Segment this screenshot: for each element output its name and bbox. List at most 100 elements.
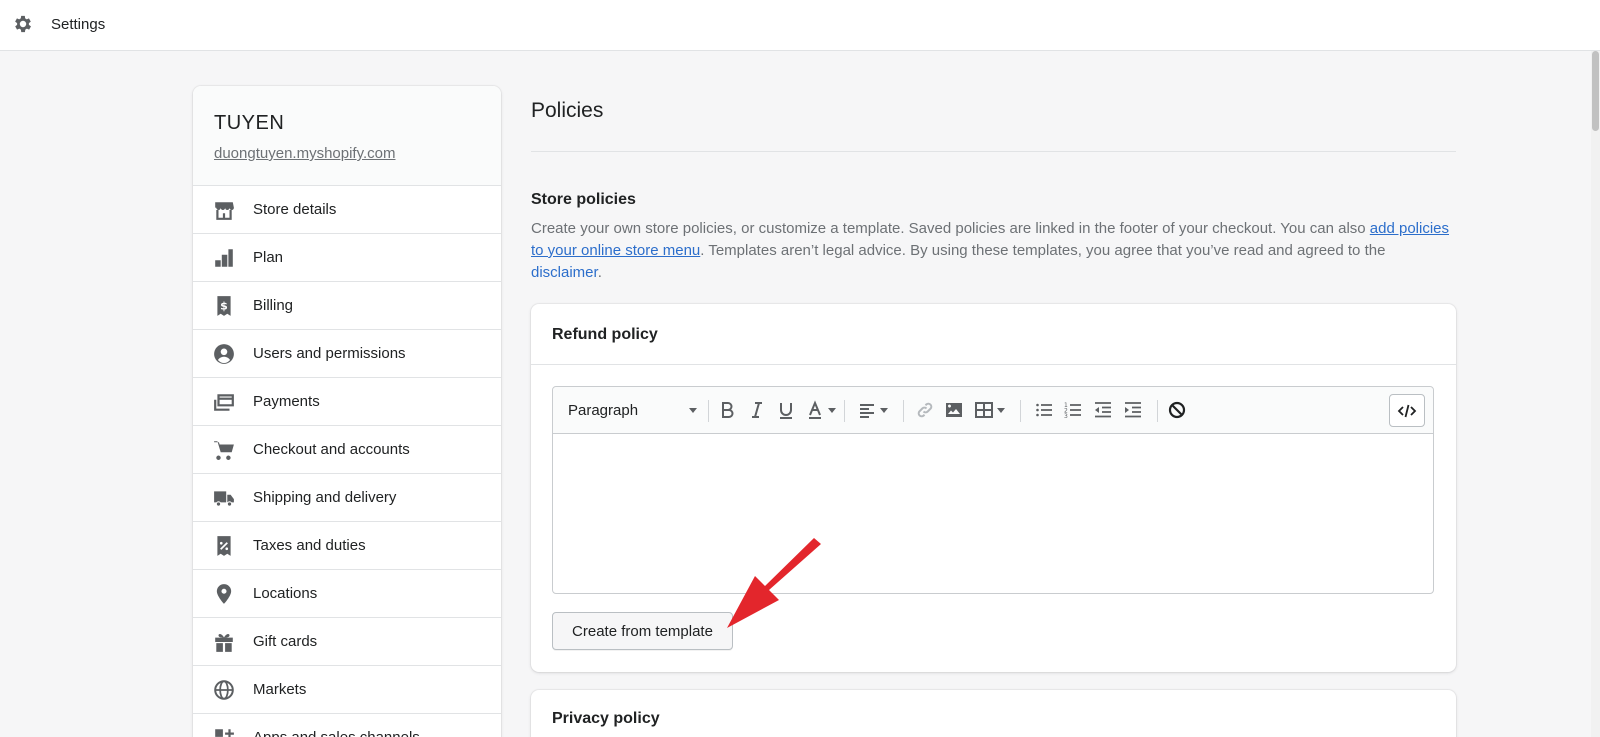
sidebar-item-plan[interactable]: Plan [193, 234, 501, 282]
text-color-icon [809, 400, 821, 419]
create-from-template-button[interactable]: Create from template [552, 612, 733, 650]
store-icon [215, 201, 234, 220]
caret-down-icon [828, 408, 836, 413]
plan-icon [215, 248, 233, 267]
card-title: Refund policy [552, 326, 658, 343]
globe-icon [214, 679, 234, 700]
sidebar-item-label: Shipping and delivery [253, 489, 397, 506]
sidebar-item-label: Checkout and accounts [253, 441, 410, 458]
sidebar-item-locations[interactable]: Locations [193, 570, 501, 618]
store-header: TUYEN duongtuyen.myshopify.com [193, 86, 501, 186]
image-icon [946, 403, 962, 417]
toolbar-separator [1157, 400, 1158, 422]
desc-text: . [597, 264, 602, 281]
sidebar-item-taxes[interactable]: Taxes and duties [193, 522, 501, 570]
image-button[interactable] [944, 399, 964, 421]
user-icon [214, 343, 234, 364]
clear-formatting-icon [1168, 401, 1186, 419]
show-html-button[interactable] [1389, 394, 1425, 427]
sidebar-item-label: Gift cards [253, 633, 318, 650]
editor-toolbar: Paragraph 1 2 3 [553, 387, 1433, 434]
sidebar-item-shipping[interactable]: Shipping and delivery [193, 474, 501, 522]
underline-button[interactable] [776, 399, 796, 421]
section-title: Store policies [531, 191, 636, 208]
scrollbar[interactable] [1591, 51, 1600, 737]
sidebar-item-label: Markets [253, 681, 307, 698]
numbered-list-icon: 123 [1064, 402, 1081, 420]
settings-sidebar: TUYEN duongtuyen.myshopify.com Store det… [193, 86, 501, 737]
bold-icon [722, 402, 734, 418]
paragraph-select[interactable]: Paragraph [568, 399, 698, 421]
sidebar-item-payments[interactable]: Payments [193, 378, 501, 426]
svg-text:3: 3 [1064, 413, 1068, 420]
rich-text-editor: Paragraph 1 2 3 [552, 386, 1434, 594]
table-button[interactable] [974, 399, 1006, 421]
section-description: Create your own store policies, or custo… [531, 218, 1456, 284]
align-button[interactable] [857, 399, 889, 421]
payments-icon [214, 393, 234, 411]
sidebar-item-store-details[interactable]: Store details [193, 186, 501, 234]
indent-button[interactable] [1123, 399, 1143, 421]
top-bar: Settings [0, 0, 1600, 51]
outdent-icon [1095, 402, 1111, 418]
sidebar-item-markets[interactable]: Markets [193, 666, 501, 714]
sidebar-item-apps[interactable]: Apps and sales channels [193, 714, 501, 737]
location-icon [216, 583, 232, 604]
underline-icon [780, 403, 792, 419]
table-icon [975, 402, 993, 418]
title-divider [531, 151, 1456, 152]
bold-button[interactable] [717, 399, 737, 421]
text-color-button[interactable] [805, 399, 837, 421]
gift-icon [215, 633, 233, 652]
toolbar-separator [1020, 400, 1021, 422]
cart-icon [214, 440, 234, 460]
editor-content-area[interactable] [553, 434, 1433, 593]
apps-icon [215, 728, 234, 737]
privacy-policy-card: Privacy policy [531, 690, 1456, 737]
desc-text: Create your own store policies, or custo… [531, 220, 1370, 237]
bulleted-list-button[interactable] [1034, 399, 1054, 421]
billing-icon: $ [217, 295, 231, 316]
store-name: TUYEN [214, 112, 285, 134]
align-left-icon [860, 404, 874, 418]
paragraph-select-value: Paragraph [568, 401, 639, 419]
card-divider [531, 364, 1456, 365]
sidebar-item-label: Billing [253, 297, 294, 314]
link-button[interactable] [915, 399, 935, 421]
sidebar-item-label: Apps and sales channels [253, 729, 420, 737]
sidebar-item-label: Taxes and duties [253, 537, 366, 554]
sidebar-item-gift-cards[interactable]: Gift cards [193, 618, 501, 666]
sidebar-item-label: Users and permissions [253, 345, 406, 362]
card-title: Privacy policy [552, 710, 660, 727]
tax-icon [217, 535, 231, 556]
desc-text: . Templates aren’t legal advice. By usin… [700, 242, 1386, 259]
numbered-list-button[interactable]: 123 [1063, 399, 1083, 421]
scrollbar-thumb[interactable] [1592, 51, 1599, 131]
link-icon [917, 402, 933, 418]
bulleted-list-icon [1036, 403, 1052, 417]
caret-down-icon [880, 408, 888, 413]
page-title: Policies [531, 99, 604, 122]
outdent-button[interactable] [1093, 399, 1113, 421]
store-domain-link[interactable]: duongtuyen.myshopify.com [214, 145, 480, 162]
sidebar-item-label: Payments [253, 393, 320, 410]
indent-icon [1125, 402, 1141, 418]
caret-down-icon [997, 408, 1005, 413]
clear-formatting-button[interactable] [1167, 399, 1187, 421]
sidebar-item-billing[interactable]: $ Billing [193, 282, 501, 330]
svg-text:$: $ [220, 299, 228, 312]
code-icon [1397, 404, 1417, 417]
disclaimer-link[interactable]: disclaimer [531, 264, 598, 281]
sidebar-item-checkout[interactable]: Checkout and accounts [193, 426, 501, 474]
sidebar-item-users[interactable]: Users and permissions [193, 330, 501, 378]
italic-icon [752, 402, 762, 418]
toolbar-separator [708, 400, 709, 422]
page-header-title: Settings [51, 16, 106, 33]
sidebar-item-label: Locations [253, 585, 318, 602]
gear-icon[interactable] [12, 13, 34, 35]
italic-button[interactable] [747, 399, 767, 421]
sidebar-item-label: Store details [253, 201, 337, 218]
truck-icon [214, 490, 234, 507]
caret-down-icon [689, 408, 697, 413]
toolbar-separator [903, 400, 904, 422]
